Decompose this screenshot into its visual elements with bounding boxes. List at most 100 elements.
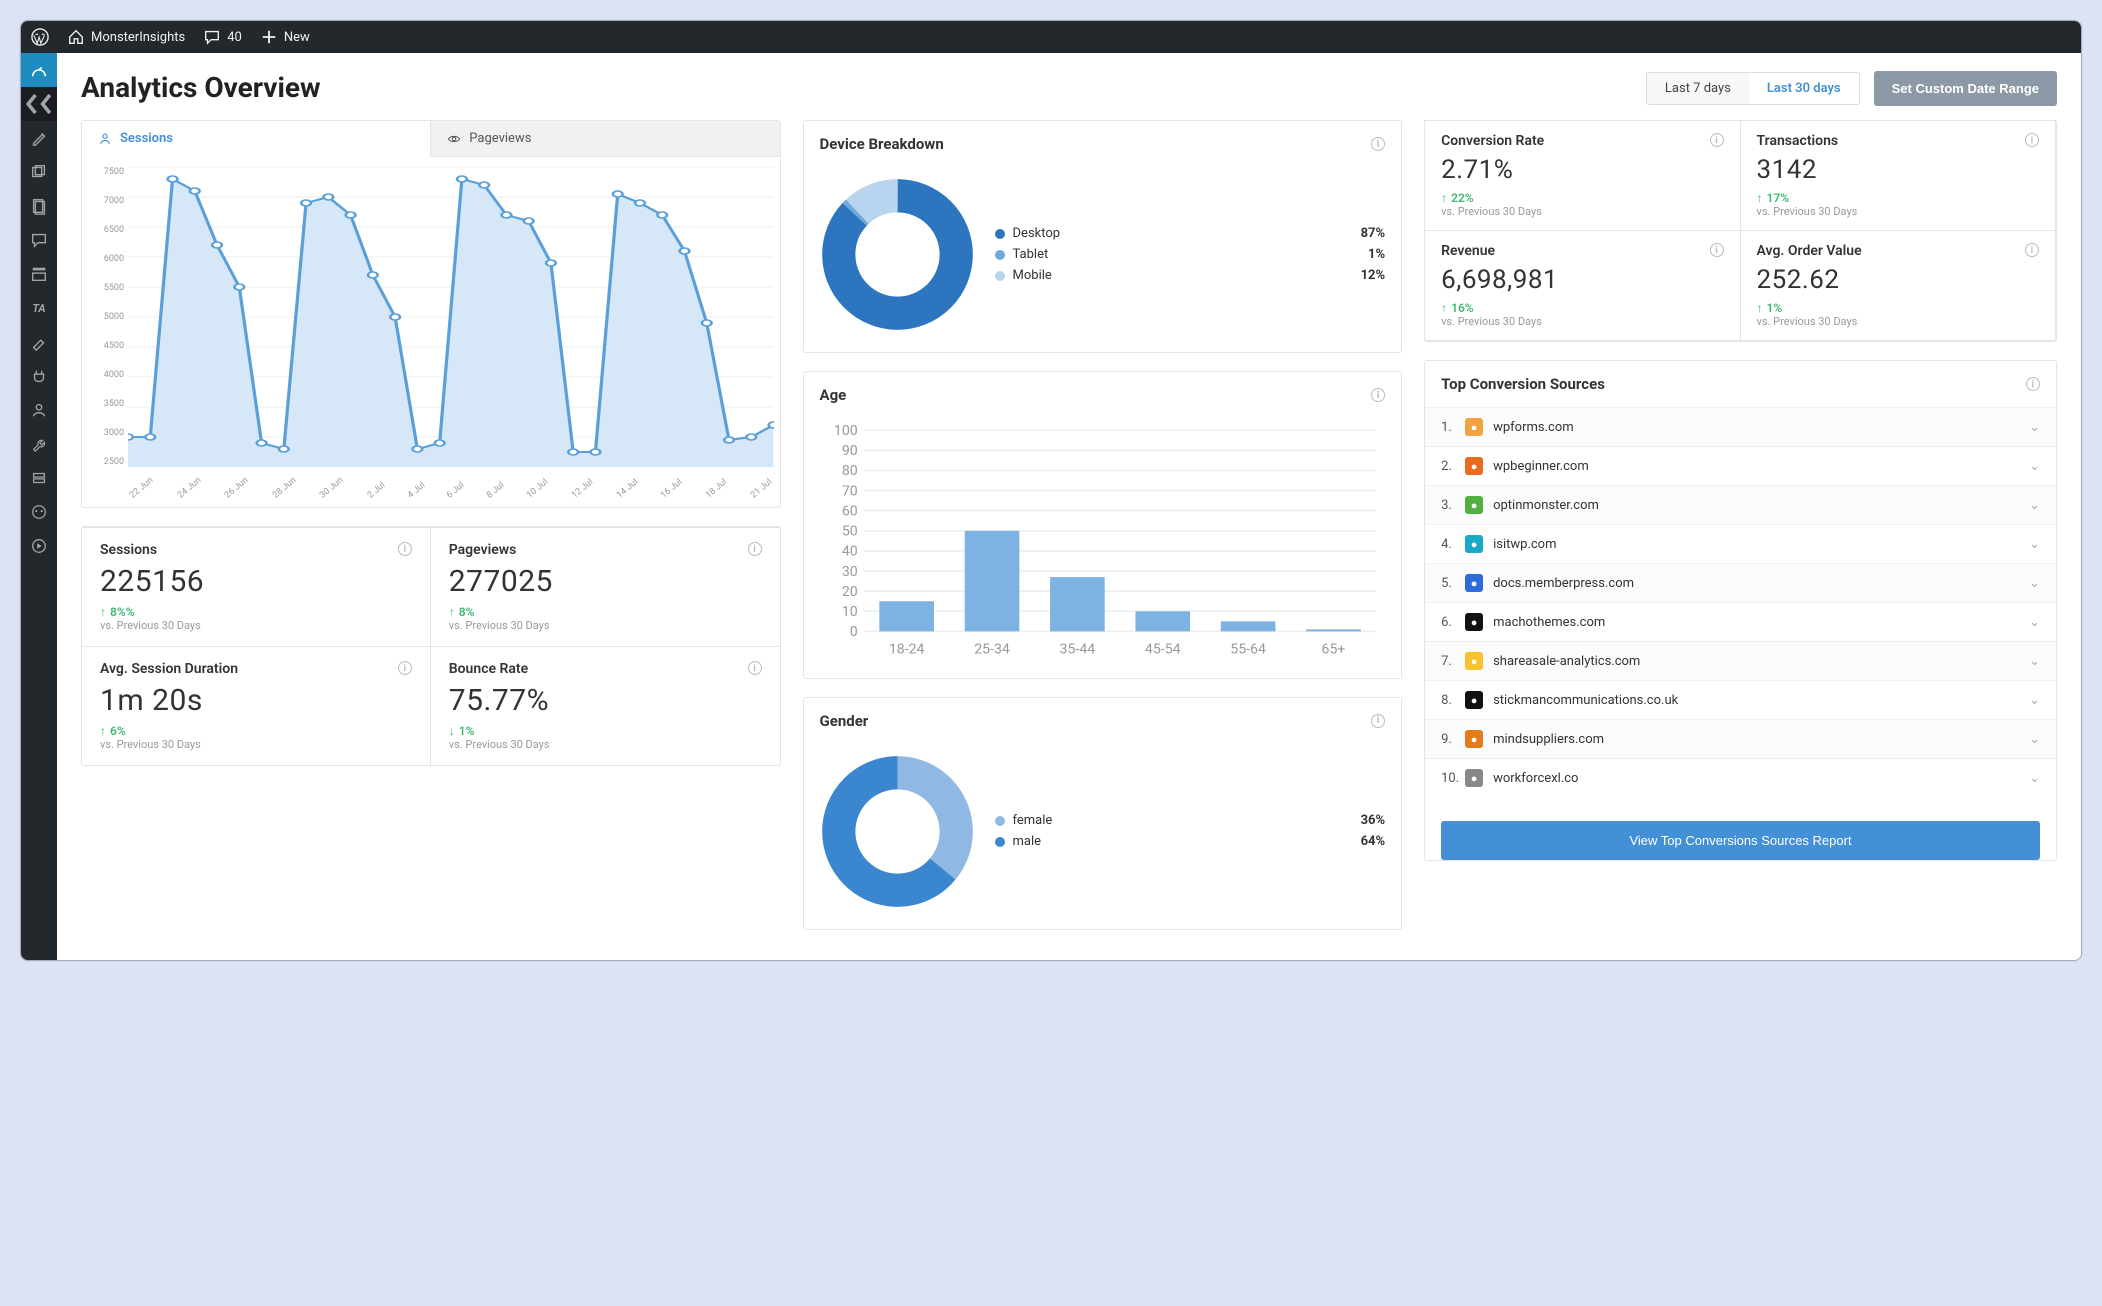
svg-text:45-54: 45-54 xyxy=(1144,641,1180,657)
sidebar-item-tools[interactable] xyxy=(21,427,57,461)
date-range-tabs: Last 7 days Last 30 days xyxy=(1646,72,1860,105)
svg-text:50: 50 xyxy=(841,524,857,540)
conversion-source-row[interactable]: 1. ● wpforms.com ⌄ xyxy=(1425,407,2056,446)
conversion-source-row[interactable]: 4. ● isitwp.com ⌄ xyxy=(1425,524,2056,563)
info-icon[interactable]: i xyxy=(1371,137,1385,151)
source-favicon-icon: ● xyxy=(1465,613,1483,631)
admin-bar-new[interactable]: New xyxy=(260,28,310,46)
stat-revenue: Revenuei 6,698,981 ↑16% vs. Previous 30 … xyxy=(1424,230,1740,341)
admin-bar-comments-count: 40 xyxy=(227,30,242,45)
conversion-source-row[interactable]: 6. ● machothemes.com ⌄ xyxy=(1425,602,2056,641)
view-conversions-report-button[interactable]: View Top Conversions Sources Report xyxy=(1441,821,2040,860)
conversion-source-row[interactable]: 5. ● docs.memberpress.com ⌄ xyxy=(1425,563,2056,602)
svg-text:0: 0 xyxy=(849,624,857,640)
age-card: Agei 010203040506070809010018-2425-3435-… xyxy=(803,371,1403,679)
info-icon[interactable]: i xyxy=(2025,133,2039,147)
tab-last-30-days[interactable]: Last 30 days xyxy=(1749,73,1859,104)
stat-pageviews: Pageviewsi 277025 ↑8% vs. Previous 30 Da… xyxy=(431,527,780,646)
info-icon[interactable]: i xyxy=(2025,243,2039,257)
svg-text:80: 80 xyxy=(841,463,857,479)
svg-text:30: 30 xyxy=(841,564,857,580)
chevron-down-icon: ⌄ xyxy=(2029,420,2040,435)
chevron-down-icon: ⌄ xyxy=(2029,576,2040,591)
tab-sessions-label: Sessions xyxy=(120,131,173,146)
device-breakdown-card: Device Breakdowni Desktop87%Tablet1%Mobi… xyxy=(803,120,1403,353)
source-favicon-icon: ● xyxy=(1465,730,1483,748)
sidebar-item-comments[interactable] xyxy=(21,223,57,257)
sidebar-item-plugins[interactable] xyxy=(21,359,57,393)
info-icon[interactable]: i xyxy=(2026,377,2040,391)
info-icon[interactable]: i xyxy=(398,542,412,556)
chevron-down-icon: ⌄ xyxy=(2029,732,2040,747)
svg-text:55-64: 55-64 xyxy=(1230,641,1266,657)
chevron-down-icon: ⌄ xyxy=(2029,537,2040,552)
sidebar-item-users[interactable] xyxy=(21,393,57,427)
set-custom-date-range-button[interactable]: Set Custom Date Range xyxy=(1874,71,2057,106)
stat-bounce-rate: Bounce Ratei 75.77% ↓1% vs. Previous 30 … xyxy=(431,646,780,765)
sidebar-item-dashboard[interactable] xyxy=(21,53,57,87)
source-favicon-icon: ● xyxy=(1465,691,1483,709)
arrow-up-icon: ↑ xyxy=(1441,191,1447,205)
arrow-down-icon: ↓ xyxy=(449,724,455,738)
svg-text:90: 90 xyxy=(841,443,857,459)
sidebar-item-collapse[interactable] xyxy=(21,529,57,563)
chevron-down-icon: ⌄ xyxy=(2029,654,2040,669)
svg-text:10: 10 xyxy=(841,604,857,620)
conversion-source-row[interactable]: 7. ● shareasale-analytics.com ⌄ xyxy=(1425,641,2056,680)
svg-text:100: 100 xyxy=(833,424,857,439)
svg-text:20: 20 xyxy=(841,584,857,600)
page-title: Analytics Overview xyxy=(81,71,321,104)
source-favicon-icon: ● xyxy=(1465,535,1483,553)
chevron-down-icon: ⌄ xyxy=(2029,615,2040,630)
sidebar-item-pages[interactable] xyxy=(21,189,57,223)
conversion-source-row[interactable]: 9. ● mindsuppliers.com ⌄ xyxy=(1425,719,2056,758)
gender-card: Genderi female36%male64% xyxy=(803,697,1403,930)
age-bar-chart: 010203040506070809010018-2425-3435-4445-… xyxy=(820,424,1386,660)
sidebar-collapse-toggle[interactable] xyxy=(21,87,57,121)
stat-conversion-rate: Conversion Ratei 2.71% ↑22% vs. Previous… xyxy=(1424,120,1740,231)
legend-row: Desktop87% xyxy=(995,223,1386,244)
wp-logo-icon[interactable] xyxy=(31,28,49,46)
tab-sessions[interactable]: Sessions xyxy=(82,121,431,157)
chevron-down-icon: ⌄ xyxy=(2029,498,2040,513)
info-icon[interactable]: i xyxy=(748,542,762,556)
tab-last-7-days[interactable]: Last 7 days xyxy=(1647,73,1749,104)
info-icon[interactable]: i xyxy=(398,661,412,675)
arrow-up-icon: ↑ xyxy=(100,724,106,738)
admin-bar-site-link[interactable]: MonsterInsights xyxy=(67,28,185,46)
conversion-source-row[interactable]: 2. ● wpbeginner.com ⌄ xyxy=(1425,446,2056,485)
admin-bar-site-name: MonsterInsights xyxy=(91,30,185,45)
admin-bar-comments[interactable]: 40 xyxy=(203,28,242,46)
conversion-source-row[interactable]: 10. ● workforcexl.co ⌄ xyxy=(1425,758,2056,797)
device-donut-chart xyxy=(820,177,975,332)
sidebar-item-monsterinsights[interactable] xyxy=(21,495,57,529)
tab-pageviews[interactable]: Pageviews xyxy=(431,121,779,157)
sidebar-item-templates[interactable] xyxy=(21,257,57,291)
top-conversion-sources-card: Top Conversion Sourcesi 1. ● wpforms.com… xyxy=(1424,360,2057,861)
source-favicon-icon: ● xyxy=(1465,496,1483,514)
sidebar-item-media[interactable] xyxy=(21,155,57,189)
gender-legend: female36%male64% xyxy=(995,810,1386,852)
info-icon[interactable]: i xyxy=(1371,388,1385,402)
legend-row: male64% xyxy=(995,831,1386,852)
info-icon[interactable]: i xyxy=(748,661,762,675)
arrow-up-icon: ↑ xyxy=(449,605,455,619)
device-legend: Desktop87%Tablet1%Mobile12% xyxy=(995,223,1386,286)
sidebar-item-settings[interactable] xyxy=(21,461,57,495)
source-favicon-icon: ● xyxy=(1465,457,1483,475)
svg-text:35-44: 35-44 xyxy=(1059,641,1095,657)
sidebar-item-posts[interactable] xyxy=(21,121,57,155)
legend-row: female36% xyxy=(995,810,1386,831)
source-favicon-icon: ● xyxy=(1465,574,1483,592)
legend-row: Tablet1% xyxy=(995,244,1386,265)
info-icon[interactable]: i xyxy=(1710,243,1724,257)
sidebar-item-appearance[interactable] xyxy=(21,325,57,359)
sidebar-item-ta[interactable]: TA xyxy=(21,291,57,325)
arrow-up-icon: ↑ xyxy=(100,605,106,619)
info-icon[interactable]: i xyxy=(1710,133,1724,147)
conversion-source-row[interactable]: 8. ● stickmancommunications.co.uk ⌄ xyxy=(1425,680,2056,719)
conversion-source-row[interactable]: 3. ● optinmonster.com ⌄ xyxy=(1425,485,2056,524)
info-icon[interactable]: i xyxy=(1371,714,1385,728)
overview-stats-grid: Sessionsi 225156 ↑8%% vs. Previous 30 Da… xyxy=(81,526,781,766)
chevron-down-icon: ⌄ xyxy=(2029,459,2040,474)
